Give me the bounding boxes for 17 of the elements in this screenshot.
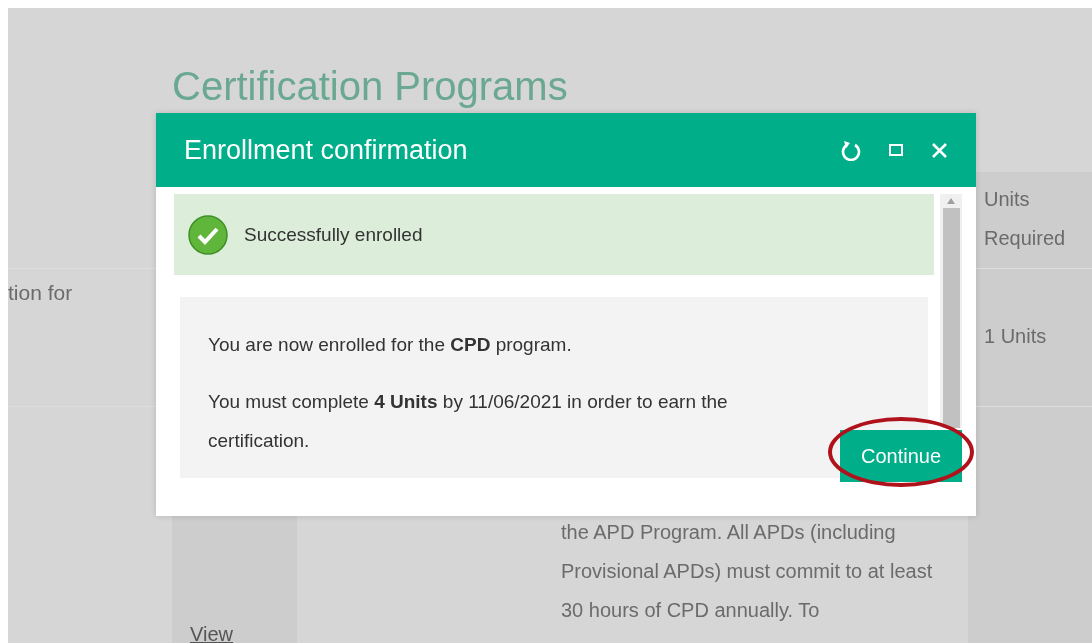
body-text: tion for	[8, 280, 74, 306]
table-cell: 1 Units	[984, 325, 1047, 347]
column-header: Units Required	[984, 188, 1066, 249]
table-cell-text: the APD Program. All APDs (including Provisional APDs) must commit to at least 30 hours of CPD annually. To	[561, 520, 934, 623]
page-title: Certification Programs	[172, 64, 568, 109]
success-message: Successfully enrolled	[244, 223, 423, 246]
view-link[interactable]: View	[190, 615, 233, 643]
refresh-icon[interactable]	[841, 139, 861, 161]
maximize-icon[interactable]	[889, 144, 903, 156]
message-text: You must complete 4 Units by 11/06/2021 in order to earn the certification.	[208, 390, 729, 453]
close-icon[interactable]	[931, 141, 948, 159]
message-text: You are now enrolled for the CPD program.	[208, 333, 573, 357]
scrollbar[interactable]	[940, 194, 962, 428]
dialog-title: Enrollment confirmation	[184, 134, 469, 166]
scroll-up-arrow-icon[interactable]	[947, 198, 955, 204]
continue-button[interactable]: Continue	[840, 430, 962, 482]
check-circle-icon	[188, 214, 228, 255]
